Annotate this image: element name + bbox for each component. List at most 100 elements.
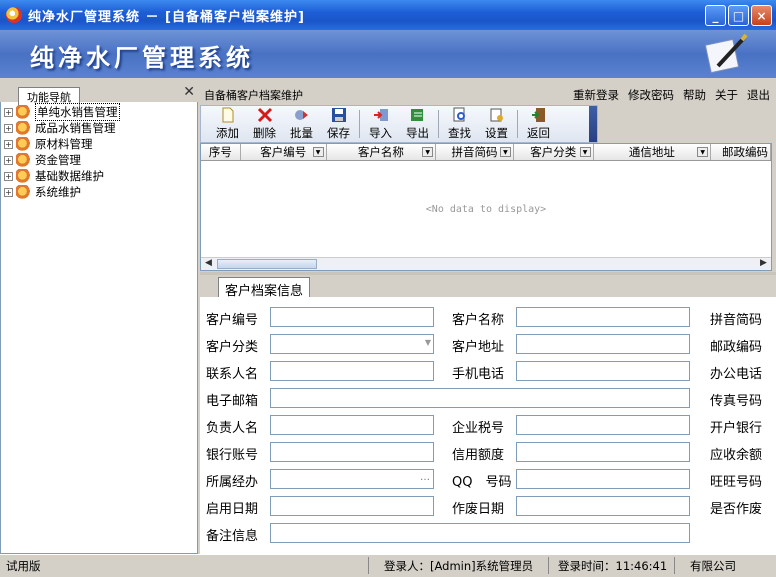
toolbar-options[interactable]	[589, 106, 597, 142]
customer-address-input[interactable]	[516, 334, 690, 354]
column-filter-icon[interactable]: ▼	[697, 147, 709, 157]
scroll-right-icon[interactable]: ▶	[757, 258, 770, 270]
expand-icon[interactable]: +	[4, 155, 13, 165]
column-label: 序号	[208, 145, 232, 159]
back-button[interactable]: 返回	[520, 106, 557, 142]
field-label: 信用额度	[452, 448, 505, 463]
form-row: 联系人名 手机电话 办公电话	[200, 361, 776, 383]
customer-code-input[interactable]	[270, 307, 434, 327]
folder-icon	[16, 137, 32, 151]
field-label: 企业税号	[452, 421, 505, 436]
bank-account-input[interactable]	[270, 442, 434, 462]
column-header[interactable]: 客户分类 ▼	[514, 144, 594, 160]
import-button[interactable]: 导入	[362, 106, 399, 142]
maximize-button[interactable]: □	[728, 5, 749, 26]
status-separator	[368, 557, 369, 574]
column-header[interactable]: 序号	[201, 144, 241, 160]
find-button[interactable]: 查找	[441, 106, 478, 142]
export-icon	[410, 109, 423, 121]
minimize-button[interactable]: _	[705, 5, 726, 26]
column-filter-icon[interactable]: ▼	[499, 147, 511, 157]
column-header[interactable]: 客户名称 ▼	[327, 144, 437, 160]
column-filter-icon[interactable]: ▼	[312, 147, 324, 157]
form-row: 电子邮箱 传真号码	[200, 388, 776, 410]
horizontal-scrollbar[interactable]: ◀ ▶	[201, 257, 771, 270]
toolbar: 添加 删除 批量 保存 导入 导出 查找 设置 返回	[200, 105, 598, 143]
manager-name-input[interactable]	[270, 415, 434, 435]
expand-icon[interactable]: +	[4, 171, 13, 181]
field-label: 手机电话	[452, 367, 505, 382]
column-header[interactable]: 客户编号 ▼	[241, 144, 327, 160]
handler-picker-input[interactable]	[270, 469, 434, 489]
column-label: 客户分类	[530, 145, 577, 159]
expand-icon[interactable]: +	[4, 187, 13, 197]
relogin-link[interactable]: 重新登录	[573, 87, 619, 103]
tree-item[interactable]: + 资金管理	[4, 152, 120, 168]
void-date-input[interactable]	[516, 496, 690, 516]
change-password-link[interactable]: 修改密码	[628, 87, 674, 103]
column-header[interactable]: 通信地址 ▼	[594, 144, 712, 160]
email-input[interactable]	[270, 388, 690, 408]
settings-button[interactable]: 设置	[478, 106, 515, 142]
field-label: 客户地址	[452, 340, 505, 355]
license-status: 试用版	[6, 559, 41, 573]
delete-button[interactable]: 删除	[246, 106, 283, 142]
top-menu: 重新登录 修改密码 帮助 关于 退出	[573, 87, 770, 103]
field-label: 客户编号	[206, 313, 259, 328]
add-button[interactable]: 添加	[209, 106, 246, 142]
column-filter-icon[interactable]: ▼	[422, 147, 434, 157]
credit-limit-input[interactable]	[516, 442, 690, 462]
delete-x-icon	[257, 107, 272, 123]
save-button[interactable]: 保存	[320, 106, 357, 142]
folder-icon	[16, 185, 32, 199]
expand-icon[interactable]: +	[4, 107, 13, 117]
help-link[interactable]: 帮助	[683, 87, 706, 103]
app-banner: 纯净水厂管理系统	[0, 30, 776, 78]
form-row: 银行账号 信用额度 应收余额	[200, 442, 776, 464]
expand-icon[interactable]: +	[4, 139, 13, 149]
tree-item-label: 系统维护	[35, 185, 81, 199]
field-label: 拼音简码	[710, 313, 763, 328]
form-row: 启用日期 作废日期 是否作废	[200, 496, 776, 518]
tree-item[interactable]: + 系统维护	[4, 184, 120, 200]
column-header[interactable]: 邮政编码	[711, 144, 771, 160]
close-button[interactable]: ×	[751, 5, 772, 26]
expand-icon[interactable]: +	[4, 123, 13, 133]
tree-item-label: 原材料管理	[35, 137, 93, 151]
save-disk-icon	[331, 108, 346, 122]
exit-link[interactable]: 退出	[747, 87, 770, 103]
new-document-icon	[222, 107, 233, 123]
start-date-input[interactable]	[270, 496, 434, 516]
tree-item[interactable]: + 单纯水销售管理	[4, 103, 120, 121]
batch-button[interactable]: 批量	[283, 106, 320, 142]
mobile-phone-input[interactable]	[516, 361, 690, 381]
contact-name-input[interactable]	[270, 361, 434, 381]
close-nav-icon[interactable]: ✕	[183, 84, 195, 100]
logged-user: 登录人：[Admin]系统管理员	[384, 559, 534, 573]
column-filter-icon[interactable]: ▼	[579, 147, 591, 157]
tax-id-input[interactable]	[516, 415, 690, 435]
qq-number-input[interactable]	[516, 469, 690, 489]
field-label: 作废日期	[452, 502, 505, 517]
about-link[interactable]: 关于	[715, 87, 738, 103]
tree-item[interactable]: + 成品水销售管理	[4, 120, 120, 136]
delete-button-label: 删除	[253, 126, 276, 140]
status-separator	[548, 557, 549, 574]
batch-icon	[294, 110, 308, 120]
scroll-thumb[interactable]	[217, 259, 317, 269]
field-label: 开户银行	[710, 421, 763, 436]
import-icon	[373, 109, 388, 121]
column-label: 通信地址	[628, 145, 675, 159]
scroll-left-icon[interactable]: ◀	[202, 258, 215, 270]
tab-customer-info[interactable]: 客户档案信息	[218, 277, 311, 299]
export-button[interactable]: 导出	[399, 106, 436, 142]
remarks-input[interactable]	[270, 523, 690, 543]
tree-item[interactable]: + 原材料管理	[4, 136, 120, 152]
tree-item[interactable]: + 基础数据维护	[4, 168, 120, 184]
nav-header: 功能导航 ✕	[0, 84, 198, 106]
column-header[interactable]: 拼音简码 ▼	[436, 144, 514, 160]
folder-star-icon	[16, 105, 32, 119]
find-icon	[453, 107, 465, 122]
customer-category-select[interactable]	[270, 334, 434, 354]
customer-name-input[interactable]	[516, 307, 690, 327]
